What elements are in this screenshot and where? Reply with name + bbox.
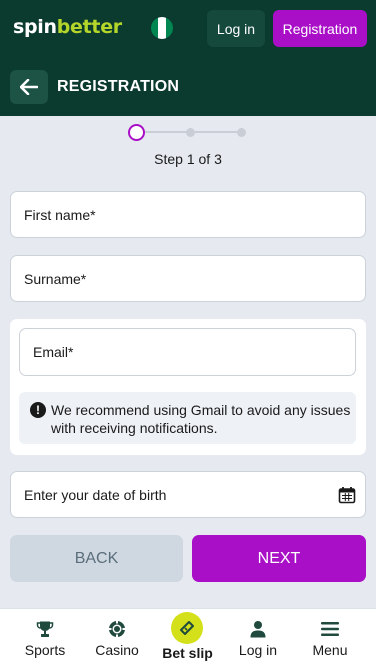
logo-spin: spin <box>13 16 57 38</box>
calendar-icon[interactable] <box>338 486 356 504</box>
trophy-icon <box>36 621 54 637</box>
page-header: REGISTRATION <box>0 58 376 116</box>
step-indicator-pending <box>237 128 246 137</box>
email-placeholder: Email* <box>33 344 74 360</box>
bet-slip-icon <box>180 621 194 635</box>
first-name-placeholder: First name* <box>24 206 96 223</box>
user-icon <box>250 621 266 638</box>
menu-icon <box>321 622 339 636</box>
date-of-birth-field[interactable]: Enter your date of birth <box>10 471 366 518</box>
top-bar: spinbetter Log in Registration <box>0 0 376 58</box>
step-label: Step 1 of 3 <box>154 151 222 167</box>
logo[interactable]: spinbetter <box>13 16 122 38</box>
date-of-birth-placeholder: Enter your date of birth <box>24 486 167 503</box>
exclamation-icon: ! <box>30 402 46 418</box>
next-button[interactable]: NEXT <box>192 535 366 582</box>
nav-item-login[interactable]: Log in <box>228 609 288 666</box>
step-connector <box>145 131 191 133</box>
gmail-notice: ! We recommend using Gmail to avoid any … <box>19 392 356 444</box>
surname-field[interactable]: Surname* <box>10 255 366 302</box>
logo-better: better <box>56 16 122 38</box>
nav-label-login: Log in <box>238 642 278 658</box>
surname-placeholder: Surname* <box>24 270 87 287</box>
first-name-field[interactable]: First name* <box>10 191 366 238</box>
step-indicator-current <box>128 124 145 141</box>
step-connector <box>195 131 241 133</box>
language-flag-icon[interactable] <box>150 16 174 40</box>
nav-label-bet-slip: Bet slip <box>162 645 213 661</box>
back-arrow-button[interactable] <box>10 70 48 104</box>
arrow-left-icon <box>20 79 38 95</box>
login-button[interactable]: Log in <box>207 10 265 47</box>
nav-label-casino: Casino <box>95 642 139 658</box>
email-field[interactable]: Email* <box>19 328 356 376</box>
registration-button[interactable]: Registration <box>273 10 367 47</box>
nav-item-sports[interactable]: Sports <box>15 609 75 666</box>
nav-item-bet-slip[interactable] <box>171 612 203 644</box>
nav-item-menu[interactable]: Menu <box>300 609 360 666</box>
step-indicator-pending <box>186 128 195 137</box>
nav-label-sports: Sports <box>24 642 66 658</box>
notice-text: We recommend using Gmail to avoid any is… <box>51 402 351 436</box>
nav-label-menu: Menu <box>312 642 348 658</box>
nav-item-casino[interactable]: Casino <box>87 609 147 666</box>
casino-chip-icon <box>108 620 126 638</box>
page-title: REGISTRATION <box>57 78 180 95</box>
back-button[interactable]: BACK <box>10 535 183 582</box>
